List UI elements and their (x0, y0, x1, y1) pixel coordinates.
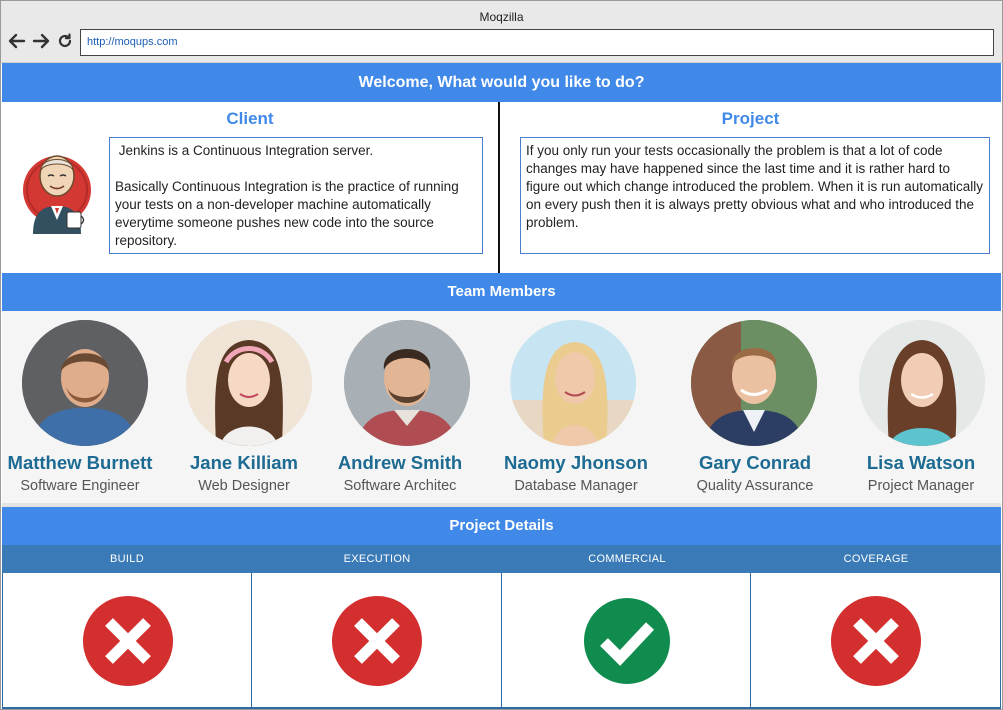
reload-icon[interactable] (55, 31, 75, 51)
team-banner: Team Members (2, 273, 1001, 311)
jenkins-logo-icon (19, 146, 97, 238)
back-arrow-icon[interactable] (7, 31, 27, 51)
fail-x-icon (81, 594, 175, 688)
avatar (510, 320, 636, 446)
fail-x-icon (829, 594, 923, 688)
member-name: Lisa Watson (866, 452, 976, 473)
member-role: Database Manager (514, 478, 638, 494)
member-role: Software Engineer (20, 478, 140, 494)
team-member-card[interactable]: Naomy Jhonson Database Manager (491, 311, 661, 501)
welcome-banner: Welcome, What would you like to do? (2, 63, 1001, 102)
client-title: Client (226, 109, 274, 128)
member-role: Quality Assurance (696, 478, 814, 494)
column-header-commercial: COMMERCIAL (588, 553, 666, 565)
browser-titlebar: Moqzilla http://moqups.com (1, 1, 1002, 63)
member-name: Andrew Smith (337, 452, 463, 473)
window-title: Moqzilla (479, 10, 524, 24)
team-member-card[interactable]: Lisa Watson Project Manager (836, 311, 1003, 501)
address-bar[interactable]: http://moqups.com (80, 29, 994, 56)
team-member-card[interactable]: Matthew Burnett Software Engineer (0, 311, 165, 501)
details-table-body (2, 573, 1001, 709)
status-cell-build (2, 573, 252, 709)
project-details-banner: Project Details (2, 507, 1001, 545)
avatar (859, 320, 985, 446)
team-members-row: Matthew Burnett Software Engineer Jane K… (2, 311, 1001, 507)
status-cell-commercial (502, 573, 751, 709)
avatar (22, 320, 148, 446)
details-table-bottom-border (2, 707, 1001, 709)
member-name: Matthew Burnett (7, 452, 153, 473)
forward-arrow-icon[interactable] (31, 31, 51, 51)
details-table-header: BUILD EXECUTION COMMERCIAL COVERAGE (2, 545, 1001, 573)
column-header-build: BUILD (110, 553, 144, 565)
fail-x-icon (330, 594, 424, 688)
column-header-coverage: COVERAGE (843, 553, 909, 565)
team-member-card[interactable]: Andrew Smith Software Architec (315, 311, 485, 501)
team-member-card[interactable]: Jane Killiam Web Designer (159, 311, 329, 501)
info-section: Client Jenkins is a Continuous Integrati… (2, 102, 1001, 273)
member-role: Web Designer (198, 478, 290, 494)
member-role: Software Architec (343, 478, 457, 494)
member-name: Naomy Jhonson (504, 452, 648, 473)
browser-window: Moqzilla http://moqups.com Welcome, What… (0, 0, 1003, 710)
avatar (186, 320, 312, 446)
check-icon (582, 596, 676, 690)
team-member-card[interactable]: Gary Conrad Quality Assurance (670, 311, 840, 501)
member-role: Project Manager (867, 478, 975, 494)
status-cell-execution (252, 573, 502, 709)
column-header-execution: EXECUTION (343, 553, 411, 565)
project-description: If you only run your tests occasionally … (520, 137, 990, 254)
project-title: Project (721, 109, 780, 128)
avatar (691, 320, 817, 446)
client-description: Jenkins is a Continuous Integration serv… (109, 137, 483, 254)
avatar (344, 320, 470, 446)
member-name: Jane Killiam (190, 452, 298, 473)
member-name: Gary Conrad (698, 452, 812, 473)
status-cell-coverage (751, 573, 1001, 709)
